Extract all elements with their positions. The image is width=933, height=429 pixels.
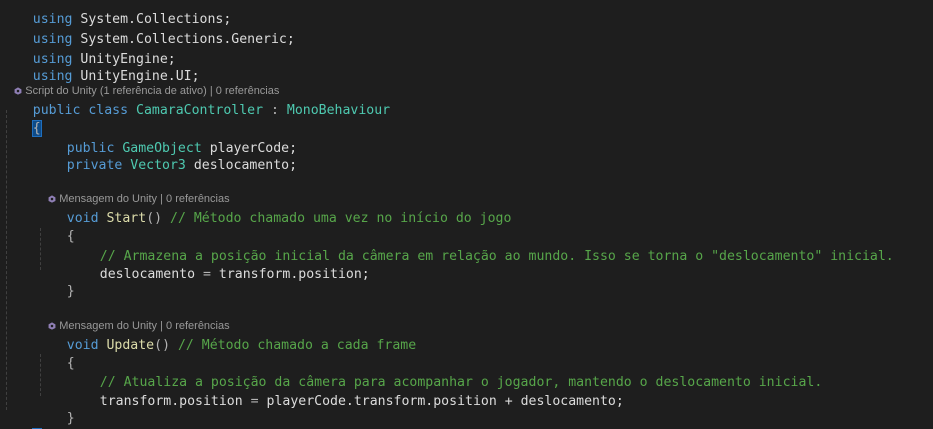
comment: // Método chamado a cada frame — [177, 338, 417, 353]
operator: = — [242, 394, 267, 409]
close-brace: } — [66, 284, 75, 299]
code-line-using-3[interactable]: using UnityEngine; — [1, 33, 176, 67]
field-name: deslocamento; — [193, 158, 298, 173]
code-line-update-comment[interactable]: // Atualiza a posição da câmera para aco… — [68, 356, 823, 390]
codelens-start[interactable]: Mensagem do Unity | 0 referências — [36, 178, 230, 205]
code-line-update-decl[interactable]: void Update() // Método chamado a cada f… — [35, 319, 416, 353]
method-name: Update — [106, 338, 155, 353]
code-line-field-2[interactable]: private Vector3 deslocamento; — [35, 139, 297, 173]
code-editor[interactable]: using System.Collections; using System.C… — [0, 0, 933, 429]
code-line-using-4[interactable]: using UnityEngine.UI; — [1, 50, 200, 84]
code-line-update-open[interactable]: { — [35, 337, 75, 371]
code-line-start-comment[interactable]: // Armazena a posição inicial da câmera … — [68, 230, 894, 264]
keyword: private — [66, 158, 123, 173]
code-line-start-open[interactable]: { — [35, 210, 75, 244]
identifier: playerCode.transform.position + deslocam… — [266, 394, 624, 409]
code-line-field-1[interactable]: public GameObject playerCode; — [35, 122, 297, 156]
comment: // Método chamado uma vez no início do j… — [170, 211, 512, 226]
code-line-open-brace[interactable]: { — [1, 102, 42, 137]
close-brace: } — [66, 411, 75, 426]
identifier: deslocamento — [99, 267, 196, 282]
parens: () — [154, 338, 171, 353]
code-line-update-close[interactable]: } — [35, 392, 75, 426]
type-name: Vector3 — [130, 158, 186, 173]
code-line-start-body[interactable]: deslocamento = transform.position; — [68, 248, 370, 282]
keyword: class — [88, 103, 129, 118]
base-class: MonoBehaviour — [286, 103, 391, 118]
method-name: Start — [106, 211, 147, 226]
class-name: CamaraController — [136, 103, 264, 118]
code-line-close-brace[interactable]: } — [1, 410, 42, 429]
identifier: transform.position — [99, 394, 243, 409]
code-line-update-body[interactable]: transform.position = playerCode.transfor… — [68, 375, 624, 409]
codelens-update[interactable]: Mensagem do Unity | 0 referências — [36, 305, 230, 332]
colon: : — [263, 103, 287, 118]
code-line-using-1[interactable]: using System.Collections; — [1, 0, 232, 27]
code-line-class-decl[interactable]: public class CamaraController : MonoBeha… — [1, 84, 390, 118]
code-line-start-close[interactable]: } — [35, 265, 75, 299]
operator: = — [195, 267, 219, 282]
parens: () — [146, 211, 163, 226]
identifier: transform.position; — [218, 267, 370, 282]
codelens-class[interactable]: Script do Unity (1 referência de ativo) … — [2, 70, 279, 97]
code-line-using-2[interactable]: using System.Collections.Generic; — [1, 13, 295, 47]
code-line-start-decl[interactable]: void Start() // Método chamado uma vez n… — [35, 192, 512, 226]
